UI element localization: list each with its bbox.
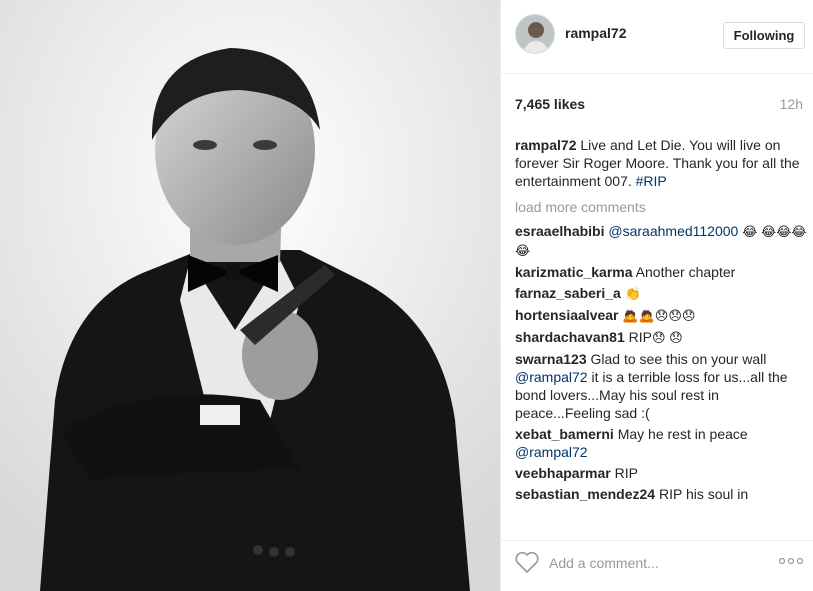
comment-mention[interactable]: @rampal72 [515, 369, 588, 385]
comment-text: RIP his soul in [658, 486, 749, 502]
comment-author[interactable]: swarna123 [515, 351, 587, 367]
comment-emoji: 🙇🙇😞😞😞 [622, 308, 696, 323]
list-item: sebastian_mendez24 RIP his soul in [515, 485, 807, 503]
comment-author[interactable]: farnaz_saberi_a [515, 285, 621, 301]
post-header: rampal72 Following [501, 0, 813, 74]
comment-author[interactable]: sebastian_mendez24 [515, 486, 655, 502]
load-more-comments-link[interactable]: load more comments [515, 198, 807, 216]
comment-mention[interactable]: @rampal72 [515, 444, 588, 460]
comment-text: RIP [614, 465, 638, 481]
comment-text: May he rest in peace [617, 426, 748, 442]
comment-author[interactable]: xebat_bamerni [515, 426, 614, 442]
post-details-panel: rampal72 Following 7,465 likes 12h rampa… [500, 0, 813, 591]
likes-row: 7,465 likes 12h [515, 96, 803, 114]
comments-list[interactable]: rampal72 Live and Let Die. You will live… [515, 136, 807, 526]
list-item: esraaelhabibi @saraahmed112000 😂 😂😂😂😂 [515, 222, 807, 260]
likes-count[interactable]: 7,465 likes [515, 96, 585, 112]
list-item: karizmatic_karma Another chapter [515, 263, 807, 281]
list-item: xebat_bamerni May he rest in peace @ramp… [515, 425, 807, 461]
post-timestamp[interactable]: 12h [780, 96, 803, 112]
post-photo-image [0, 0, 500, 591]
comment-text: RIP [628, 329, 652, 345]
comment-mention[interactable]: @saraahmed112000 [608, 223, 738, 239]
comment-author[interactable]: shardachavan81 [515, 329, 625, 345]
avatar[interactable] [515, 14, 555, 54]
post-caption: rampal72 Live and Let Die. You will live… [515, 136, 807, 190]
comment-author[interactable]: esraaelhabibi [515, 223, 605, 239]
list-item: farnaz_saberi_a 👏 [515, 284, 807, 303]
comment-emoji: 👏 [624, 286, 641, 301]
following-button[interactable]: Following [723, 22, 805, 49]
avatar-image [516, 15, 554, 53]
username-link[interactable]: rampal72 [565, 25, 626, 41]
comment-footer [501, 540, 813, 591]
comment-text: Another chapter [635, 264, 736, 280]
list-item: shardachavan81 RIP😞 😞 [515, 328, 807, 347]
comment-text: Glad to see this on your wall [590, 351, 767, 367]
comment-author[interactable]: karizmatic_karma [515, 264, 633, 280]
caption-author[interactable]: rampal72 [515, 137, 576, 153]
comment-author[interactable]: hortensiaalvear [515, 307, 619, 323]
heart-icon[interactable] [514, 550, 540, 574]
add-comment-input[interactable] [549, 553, 769, 573]
list-item: swarna123 Glad to see this on your wall … [515, 350, 807, 422]
list-item: hortensiaalvear 🙇🙇😞😞😞 [515, 306, 807, 325]
list-item: veebhaparmar RIP [515, 464, 807, 482]
comment-author[interactable]: veebhaparmar [515, 465, 611, 481]
caption-hashtag[interactable]: #RIP [636, 173, 667, 189]
post-photo[interactable] [0, 0, 500, 591]
comment-emoji: 😞 😞 [651, 330, 683, 345]
more-options-icon[interactable] [777, 553, 805, 569]
